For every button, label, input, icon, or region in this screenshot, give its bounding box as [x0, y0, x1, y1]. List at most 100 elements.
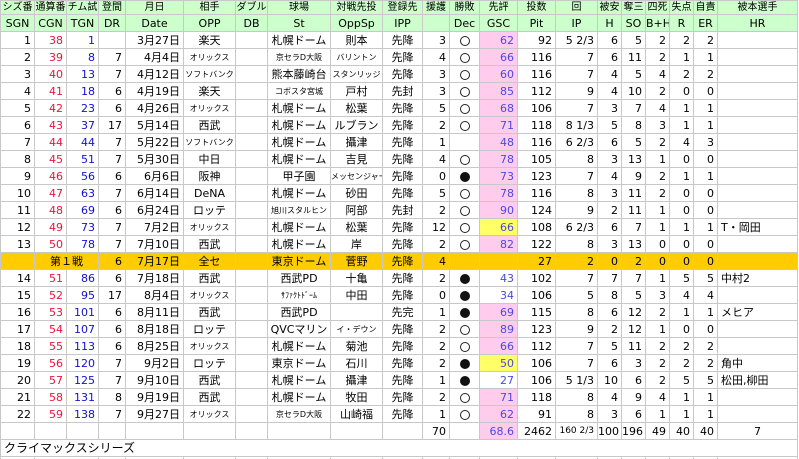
opposing-starter: 十亀 [330, 269, 383, 287]
run-support: 3 [422, 82, 450, 100]
game-row[interactable]: 17 54 107 6 8月18日 ロッテ QVCマリン イ・デウン 先降 2 89 123 9 2 12 1… [0, 320, 798, 338]
game-row[interactable]: 20 57 125 7 9月10日 西武 札幌ドーム 攝津 先降 1 27 106 5 1/3 10 6 2 5… [0, 371, 798, 389]
run-support: 0 [422, 167, 450, 185]
cell [66, 422, 99, 440]
game-date: 9月2日 [125, 354, 184, 372]
game-date: 5月14日 [125, 116, 184, 134]
appearance-type: 先完 [382, 303, 423, 321]
team-game-number: 63 [66, 184, 99, 202]
game-row[interactable]: 8 45 51 7 5月30日 中日 札幌ドーム 吉見 先降 4 78 105 8 3 13 1 0 0 [0, 150, 798, 168]
run-support: 4 [422, 48, 450, 66]
earned-runs: 3 [693, 133, 718, 151]
header-cell: 投数 [517, 0, 556, 15]
opposing-starter: 菅野 [330, 252, 383, 270]
opponent: 西武 [183, 116, 236, 134]
opponent: 西武 [183, 303, 236, 321]
game-row[interactable]: 2 39 8 7 4月4日 オリックス 京セラD大阪 バリントン 先降 4 66 116 7 6 11 2 1 1 [0, 48, 798, 66]
game-row[interactable]: 1 38 1 3月27日 楽天 札幌ドーム 則本 先降 3 62 92 5 2/3 6 5 2 2 2 [0, 31, 798, 49]
strikeouts: 5 [621, 286, 646, 304]
header-cell: Date [125, 14, 184, 32]
game-row[interactable]: 10 47 63 7 6月14日 DeNA 札幌ドーム 砂田 先降 5 78 116 8 3 11 2 0 0 [0, 184, 798, 202]
appearance-type: 先降 [382, 167, 423, 185]
appearance-type: 先降 [382, 184, 423, 202]
game-row[interactable]: 19 56 120 7 9月2日 ロッテ 東京ドーム 石川 先降 2 50 106 7 6 3 2 2 2 角中 [0, 354, 798, 372]
game-row[interactable]: 6 43 37 17 5月14日 西武 札幌ドーム ルブラン 先降 2 71 118 8 1/3 5 8 3 1… [0, 116, 798, 134]
earned-runs: 0 [693, 252, 718, 270]
game-row[interactable]: 3 40 13 7 4月12日 ソフトバンク 熊本藤崎台 スタンリッジ 先降 3 60 116 7 4 5 4… [0, 65, 798, 83]
opponent: オリックス [183, 337, 236, 355]
career-game-number: 49 [34, 218, 67, 236]
game-row[interactable]: 18 55 113 6 8月25日 オリックス 札幌ドーム 菊池 先降 2 66 112 7 5 11 2 2 2 [0, 337, 798, 355]
opponent: オリックス [183, 405, 236, 423]
run-support: 2 [422, 337, 450, 355]
game-score: 66 [479, 218, 518, 236]
game-row[interactable]: 16 53 101 6 8月11日 西武 西武PD 先完 1 69 115 8 6 12 2 1 1 メヒア [0, 303, 798, 321]
allstar-row[interactable]: 第１戦 6 7月17日 全セ 東京ドーム 菅野 先降 4 27 2 0 2 0 0 0 [0, 252, 798, 270]
game-row[interactable]: 15 52 95 17 8月4日 オリックス ｻﾌｧｸﾄﾄﾞｰﾑ 中田 先降 0 34 106 5 8 5 3… [0, 286, 798, 304]
innings-pitched: 7 [555, 337, 598, 355]
header-cell: 球場 [267, 0, 331, 15]
season-game-number: 11 [0, 201, 35, 219]
game-row[interactable]: 7 44 44 7 5月22日 ソフトバンク 札幌ドーム 攝津 先降 1 48 116 6 2/3 6 5 2… [0, 133, 798, 151]
game-row[interactable]: 14 51 86 6 7月18日 西武 西武PD 十亀 先降 2 43 102 7 7 7 1 5 5 中村2 [0, 269, 798, 287]
walks-hbp: 2 [645, 303, 670, 321]
game-score [479, 252, 518, 270]
doubleheader [235, 218, 268, 236]
doubleheader [235, 201, 268, 219]
opposing-starter: ルブラン [330, 116, 383, 134]
days-rest: 6 [98, 167, 126, 185]
pitch-count: 106 [517, 371, 556, 389]
runs: 1 [669, 48, 694, 66]
strikeouts: 9 [621, 388, 646, 406]
loss-dot-icon [459, 171, 470, 182]
header-cell: Dec [449, 14, 480, 32]
home-runs-allowed-by [717, 286, 798, 304]
appearance-type: 先降 [382, 99, 423, 117]
game-row[interactable]: 22 59 138 7 9月27日 オリックス 京セラD大阪 山崎福 先降 1 62 91 8 3 6 1 1 1 [0, 405, 798, 423]
header-cell: 登間 [98, 0, 126, 15]
game-date: 8月11日 [125, 303, 184, 321]
win-circle-icon [459, 205, 470, 216]
doubleheader [235, 252, 268, 270]
strikeouts: 11 [621, 184, 646, 202]
strikeouts: 11 [621, 48, 646, 66]
opponent: 阪神 [183, 167, 236, 185]
career-game-number: 58 [34, 388, 67, 406]
appearance-type: 先降 [382, 405, 423, 423]
career-game-number: 40 [34, 65, 67, 83]
header-cell: 先評 [479, 0, 518, 15]
game-date: 4月4日 [125, 48, 184, 66]
team-game-number: 1 [66, 31, 99, 49]
season-game-number: 3 [0, 65, 35, 83]
appearance-type: 先降 [382, 31, 423, 49]
game-date: 3月27日 [125, 31, 184, 49]
game-row[interactable]: 13 50 78 7 7月10日 西武 札幌ドーム岸先降 2 82 122 8 3 13 0 0 0 [0, 235, 798, 253]
header-cell: HR [717, 14, 798, 32]
days-rest: 6 [98, 201, 126, 219]
home-runs-allowed-by [717, 184, 798, 202]
game-row[interactable]: 11 48 69 6 6月24日 ロッテ 旭川スタルヒン 阿部 先封 2 90 124 9 2 11 1 0 0 [0, 201, 798, 219]
walks-hbp: 1 [645, 405, 670, 423]
game-row[interactable]: 5 42 23 6 4月26日 オリックス 札幌ドーム 松葉 先降 5 68 106 7 3 7 4 1 1 [0, 99, 798, 117]
pitch-count: 116 [517, 48, 556, 66]
runs: 0 [669, 82, 694, 100]
run-support: 3 [422, 31, 450, 49]
game-score: 82 [479, 235, 518, 253]
opposing-starter: スタンリッジ [330, 65, 383, 83]
stadium: 札幌ドーム [267, 218, 331, 236]
game-row[interactable]: 9 46 56 6 6月6日 阪神 甲子園 メッセンジャー 先降 0 73 123 7 4 9 2 1 1 [0, 167, 798, 185]
game-row[interactable]: 21 58 131 8 9月19日 西武 札幌ドーム 牧田 先降 2 71 118 8 4 9 4 1 1 [0, 388, 798, 406]
game-row[interactable]: 12 49 73 7 7月2日 オリックス 札幌ドーム 松葉 先降 12 66 108 6 2/3 6 7 1… [0, 218, 798, 236]
opposing-starter: 松葉 [330, 218, 383, 236]
season-game-number: 4 [0, 82, 35, 100]
team-game-number: 18 [66, 82, 99, 100]
runs: 0 [669, 320, 694, 338]
hits-allowed: 3 [597, 99, 622, 117]
pitching-log-table: シズ番 通算番 チム試 登間 月日 相手 ダブル 球場 対戦先投 登録先 援護 勝敗 先評 投数回被安 奪三… [0, 0, 798, 459]
header-cell: IPP [382, 14, 423, 32]
opponent: オリックス [183, 218, 236, 236]
game-row[interactable]: 4 41 18 6 4月19日 楽天 コボスタ宮城 戸村 先封 3 85 112 9 4 10 2 0 0 [0, 82, 798, 100]
appearance-type: 先降 [382, 371, 423, 389]
stadium: 京セラD大阪 [267, 405, 331, 423]
home-runs-allowed-by [717, 201, 798, 219]
